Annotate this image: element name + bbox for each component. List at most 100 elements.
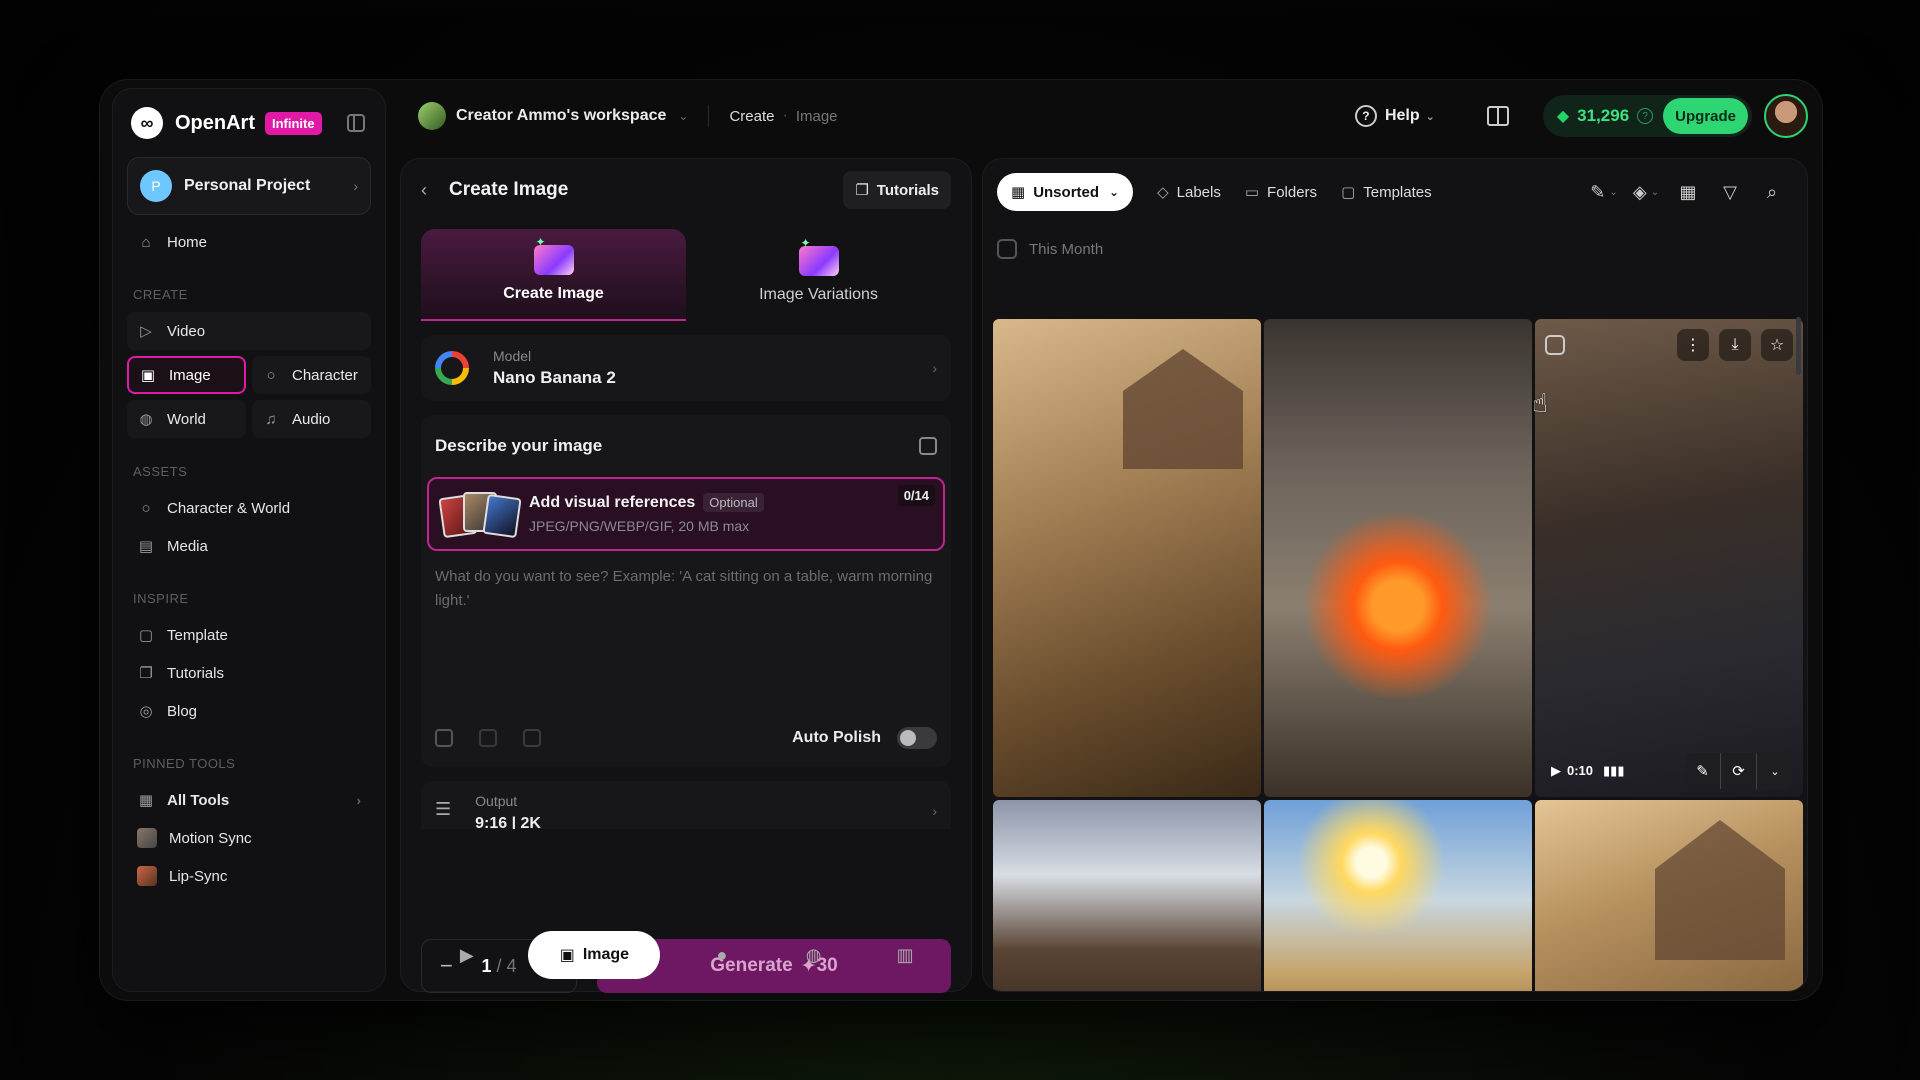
prompt-card: Describe your image Add visual reference…	[421, 415, 951, 767]
info-icon[interactable]: ?	[1637, 108, 1654, 124]
edit-filter-button[interactable]: ✎ ⌄	[1583, 174, 1625, 210]
breadcrumb-create[interactable]: Create	[729, 108, 774, 125]
edit-icon: ✎	[1590, 181, 1606, 202]
sidebar-item-template[interactable]: ▢ Template	[127, 616, 371, 654]
pencil-icon[interactable]: ✎	[1685, 753, 1721, 789]
references-title-text: Add visual references	[529, 494, 696, 511]
gallery-image[interactable]	[1264, 800, 1532, 991]
sidebar-item-character-world[interactable]: ○ Character & World	[127, 489, 371, 527]
sidebar-item-media[interactable]: ▤ Media	[127, 527, 371, 565]
sidebar-item-world[interactable]: ◍ World	[127, 400, 246, 438]
gallery-video[interactable]: ⋮ ⤓ ☆ ▶ 0:10 ▮▮▮ ✎ ⟳ ⌄	[1535, 319, 1803, 797]
sidebar-item-audio[interactable]: ♫ Audio	[252, 400, 371, 438]
gallery-image[interactable]	[1535, 800, 1803, 991]
model-selector[interactable]: Model Nano Banana 2 ›	[421, 335, 951, 401]
gallery-image[interactable]	[993, 800, 1261, 991]
project-selector[interactable]: P Personal Project ›	[127, 157, 371, 215]
credits-count: 31,296	[1577, 106, 1630, 125]
motion-sync-thumbnail	[137, 828, 157, 848]
expand-icon[interactable]	[919, 437, 937, 455]
template-icon: ▢	[138, 627, 154, 644]
help-menu[interactable]: ? Help ⌄	[1354, 105, 1435, 127]
sidebar-item-character[interactable]: ○ Character	[252, 356, 371, 394]
user-avatar[interactable]	[1764, 94, 1808, 138]
star-icon[interactable]: ☆	[1761, 329, 1793, 361]
sidebar-item-label: Template	[167, 626, 228, 644]
visual-references-dropzone[interactable]: Add visual references Optional JPEG/PNG/W…	[427, 477, 945, 551]
chevron-down-icon[interactable]: ⌄	[1757, 753, 1793, 789]
auto-polish-toggle[interactable]	[897, 727, 937, 749]
output-selector[interactable]: ☰ Output 9:16 | 2K ›	[421, 781, 951, 829]
gallery-image[interactable]	[993, 319, 1261, 797]
image-mode-tab[interactable]: ▣ Image	[528, 931, 661, 979]
sidebar-item-image[interactable]: ▣ Image	[127, 356, 246, 394]
audio-mode-tab[interactable]: ▥	[875, 945, 935, 966]
sidebar-item-motion-sync[interactable]: Motion Sync	[127, 819, 371, 857]
video-camera-icon: ▶	[1551, 763, 1561, 778]
tab-create-image[interactable]: Create Image	[421, 229, 686, 321]
regenerate-icon[interactable]: ⟳	[1721, 753, 1757, 789]
video-mode-tab[interactable]: ▶	[437, 945, 497, 966]
search-button[interactable]: ⌕	[1751, 174, 1793, 210]
folders-button[interactable]: ▭ Folders	[1244, 183, 1317, 202]
tab-image-variations[interactable]: Image Variations	[686, 229, 951, 321]
scan-icon[interactable]	[435, 729, 453, 747]
sidebar-item-lip-sync[interactable]: Lip-Sync	[127, 857, 371, 895]
shapes-filter-button[interactable]: ◈ ⌄	[1625, 174, 1667, 210]
sidebar-item-tutorials[interactable]: ❐ Tutorials	[127, 654, 371, 692]
trash-icon[interactable]	[523, 729, 541, 747]
sidebar-item-blog[interactable]: ◎ Blog	[127, 692, 371, 730]
project-name: Personal Project	[184, 177, 311, 194]
download-icon[interactable]: ⤓	[1719, 329, 1751, 361]
workspace-avatar[interactable]	[418, 102, 446, 130]
world-mode-tab[interactable]: ◍	[784, 945, 844, 966]
folder-icon: ▭	[1244, 184, 1260, 201]
select-item-checkbox[interactable]	[1545, 335, 1565, 355]
magic-wand-icon[interactable]	[479, 729, 497, 747]
sidebar-item-home[interactable]: ⌂ Home	[127, 223, 371, 261]
tutorials-button[interactable]: ❐ Tutorials	[843, 171, 951, 209]
sidebar-item-label: All Tools	[167, 791, 230, 809]
sort-dropdown[interactable]: ▦ Unsorted ⌄	[997, 173, 1134, 211]
shapes-icon: ◈	[1632, 181, 1647, 202]
templates-button[interactable]: ▢ Templates	[1341, 183, 1432, 202]
prompt-input[interactable]	[429, 565, 943, 695]
panel-header: ‹ Create Image ❐ Tutorials	[401, 159, 971, 221]
openart-logo-icon[interactable]: ∞	[131, 107, 163, 139]
chevron-down-icon[interactable]: ⌄	[678, 109, 688, 123]
video-quick-actions: ✎ ⟳ ⌄	[1685, 753, 1793, 789]
gallery-scrollbar[interactable]	[1796, 317, 1801, 375]
upgrade-button[interactable]: Upgrade	[1663, 98, 1748, 134]
sidebar-item-video[interactable]: ▷ Video	[127, 312, 371, 350]
character-icon: ○	[266, 366, 276, 384]
gift-icon[interactable]	[1486, 106, 1509, 126]
sidebar-item-all-tools[interactable]: ▦ All Tools ›	[127, 781, 371, 819]
image-barn-shape	[1655, 820, 1785, 960]
book-icon: ❐	[855, 182, 869, 199]
workspace-name[interactable]: Creator Ammo's workspace	[456, 107, 666, 125]
more-options-icon[interactable]: ⋮	[1677, 329, 1709, 361]
sidebar-item-label: Blog	[167, 702, 198, 720]
lip-sync-thumbnail	[137, 866, 157, 886]
chevron-right-icon: ›	[932, 360, 937, 376]
gallery-panel: ▦ Unsorted ⌄ ◇ Labels ▭ Folders ▢ Templa…	[982, 158, 1808, 992]
prompt-header: Describe your image	[421, 415, 951, 477]
gallery-image[interactable]	[1264, 319, 1532, 797]
grid-view-button[interactable]: ▦	[1667, 174, 1709, 210]
character-world-icon: ○	[141, 499, 151, 517]
prompt-footer: Auto Polish	[435, 727, 937, 749]
back-arrow-icon[interactable]: ‹	[421, 180, 427, 201]
filter-button[interactable]: ▽	[1709, 174, 1751, 210]
output-text: Output 9:16 | 2K	[475, 793, 541, 829]
image-grid: ⋮ ⤓ ☆ ▶ 0:10 ▮▮▮ ✎ ⟳ ⌄	[993, 319, 1803, 991]
collapse-sidebar-icon[interactable]	[347, 114, 365, 132]
labels-button[interactable]: ◇ Labels	[1157, 183, 1221, 202]
image-mode-label: Image	[582, 946, 630, 963]
home-icon: ⌂	[141, 233, 151, 251]
sidebar-item-label: World	[167, 410, 206, 428]
credits-pill[interactable]: ◆ 31,296 ? Upgrade	[1542, 95, 1752, 137]
character-mode-tab[interactable]: ●	[692, 945, 752, 966]
prompt-title: Describe your image	[435, 436, 603, 455]
gallery-tools: ✎ ⌄ ◈ ⌄ ▦ ▽ ⌕	[1583, 174, 1793, 210]
select-month-checkbox[interactable]	[997, 239, 1017, 259]
